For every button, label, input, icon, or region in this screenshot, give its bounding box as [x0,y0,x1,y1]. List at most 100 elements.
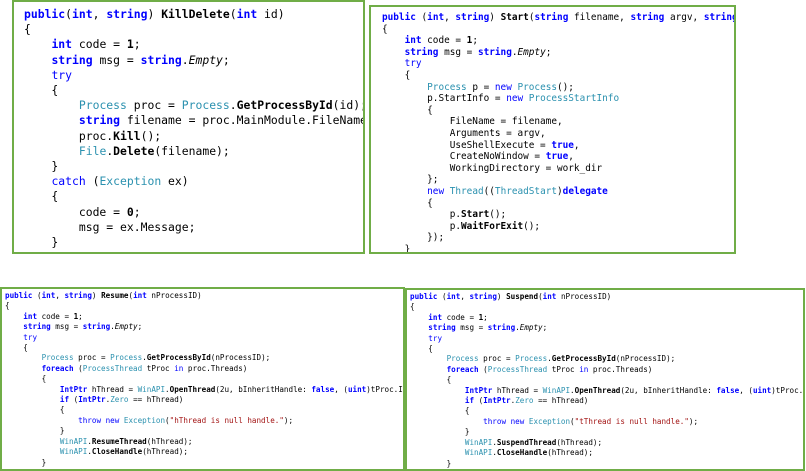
code-token: { [382,104,433,116]
code-token: string [534,12,569,23]
code-line: foreach (ProcessThread tProc in proc.Thr… [410,365,803,375]
code-line: WinAPI.SuspendThread(hThread); [410,438,803,448]
code-line: string filename = proc.MainModule.FileNa… [24,113,363,128]
code-line: try [24,68,363,83]
code-token: msg = [438,46,478,58]
code-token: { [382,69,411,81]
code-line: string msg = string.Empty; [410,323,803,333]
code-token: { [410,344,433,354]
code-token: nProcessID) [556,292,612,301]
code-token: ); [283,415,294,425]
code-token: } [410,427,470,437]
code-token: code = [24,204,127,219]
code-token: proc.Threads) [183,363,248,373]
code-line: Process proc = Process.GetProcessById(nP… [5,353,403,363]
code-line: { [382,198,734,210]
code-token: GetProcessById [146,353,211,363]
code-token: msg = [455,323,488,333]
code-token: ; [133,37,141,52]
code-token: Arguments = argv, [382,127,546,139]
code-line: { [410,302,803,312]
code-token: proc = [478,354,516,364]
code-token: p = [466,81,495,93]
code-token: ; [137,322,143,332]
code-line: proc.Kill(); [24,129,363,144]
code-token: )tProc.Id); [771,385,804,395]
code-token: Process [181,98,230,113]
code-line: p.WaitForExit(); [382,221,734,233]
code-token: } [24,159,59,174]
code-token: Process [515,354,548,364]
code-token: foreach [41,363,74,373]
code-token: == hThread) [533,396,589,406]
code-token: filename = proc.MainModule.FileName; [120,113,365,128]
code-token: (); [489,209,507,221]
code-token: msg = ex.Message; [24,219,196,234]
code-line: Process p = new Process(); [382,82,734,94]
code-token: WorkingDirectory = work_dir [382,162,603,174]
code-token: proc.Threads) [588,364,653,374]
code-line: WorkingDirectory = work_dir [382,163,734,175]
code-token: string [78,113,121,128]
code-token: catch [51,174,86,189]
code-token: tProc [547,364,580,374]
code-token: IntPtr [59,384,88,394]
code-line: WinAPI.CloseHandle(hThread); [410,448,803,458]
code-line: msg = ex.Message; [24,220,363,235]
code-token: ex) [161,174,189,189]
code-token: code = [72,37,127,52]
code-token: proc = [73,353,111,363]
code-line: public (int, string) Resume(int nProcess… [5,291,403,301]
code-token: try [428,333,443,343]
code-token: msg = [50,322,83,332]
resume-code: public (int, string) Resume(int nProcess… [2,289,403,468]
code-line: CreateNoWindow = true, [382,151,734,163]
code-token: (code, msg); [93,250,181,252]
code-line: p.StartInfo = new ProcessStartInfo [382,93,734,105]
code-token: Empty [114,322,138,332]
code-token: } [5,457,47,467]
code-line: if (IntPtr.Zero == hThread) [410,396,803,406]
code-token: WinAPI [59,436,88,446]
code-token: (hThread); [556,437,603,447]
code-line: { [382,24,734,36]
code-token: ; [78,311,83,321]
code-token: true [545,151,569,163]
code-token: string [82,322,111,332]
code-token: Start [500,12,529,23]
code-line: string msg = string.Empty; [5,322,403,332]
code-token: WaitForExit [461,220,524,232]
code-line: p.Start(); [382,209,734,221]
code-token: Process [41,353,74,363]
code-token: code = [442,312,479,322]
code-token: ( [474,396,484,406]
code-token: ProcessThread [487,364,548,374]
code-token: Exception [528,416,571,426]
code-line: Process proc = Process.GetProcessById(id… [24,98,363,113]
code-token: Exception [99,174,162,189]
code-token: WinAPI [59,447,88,457]
code-token: false [716,385,740,395]
code-line: { [382,70,734,82]
code-token: string [428,323,456,333]
code-token: string [703,12,736,23]
code-line: } [5,426,403,436]
code-token: string [64,291,92,300]
code-token: ) [496,292,507,301]
code-token: new [427,185,445,197]
code-token: ThreadStart [494,185,558,197]
code-token: Process [78,98,127,113]
